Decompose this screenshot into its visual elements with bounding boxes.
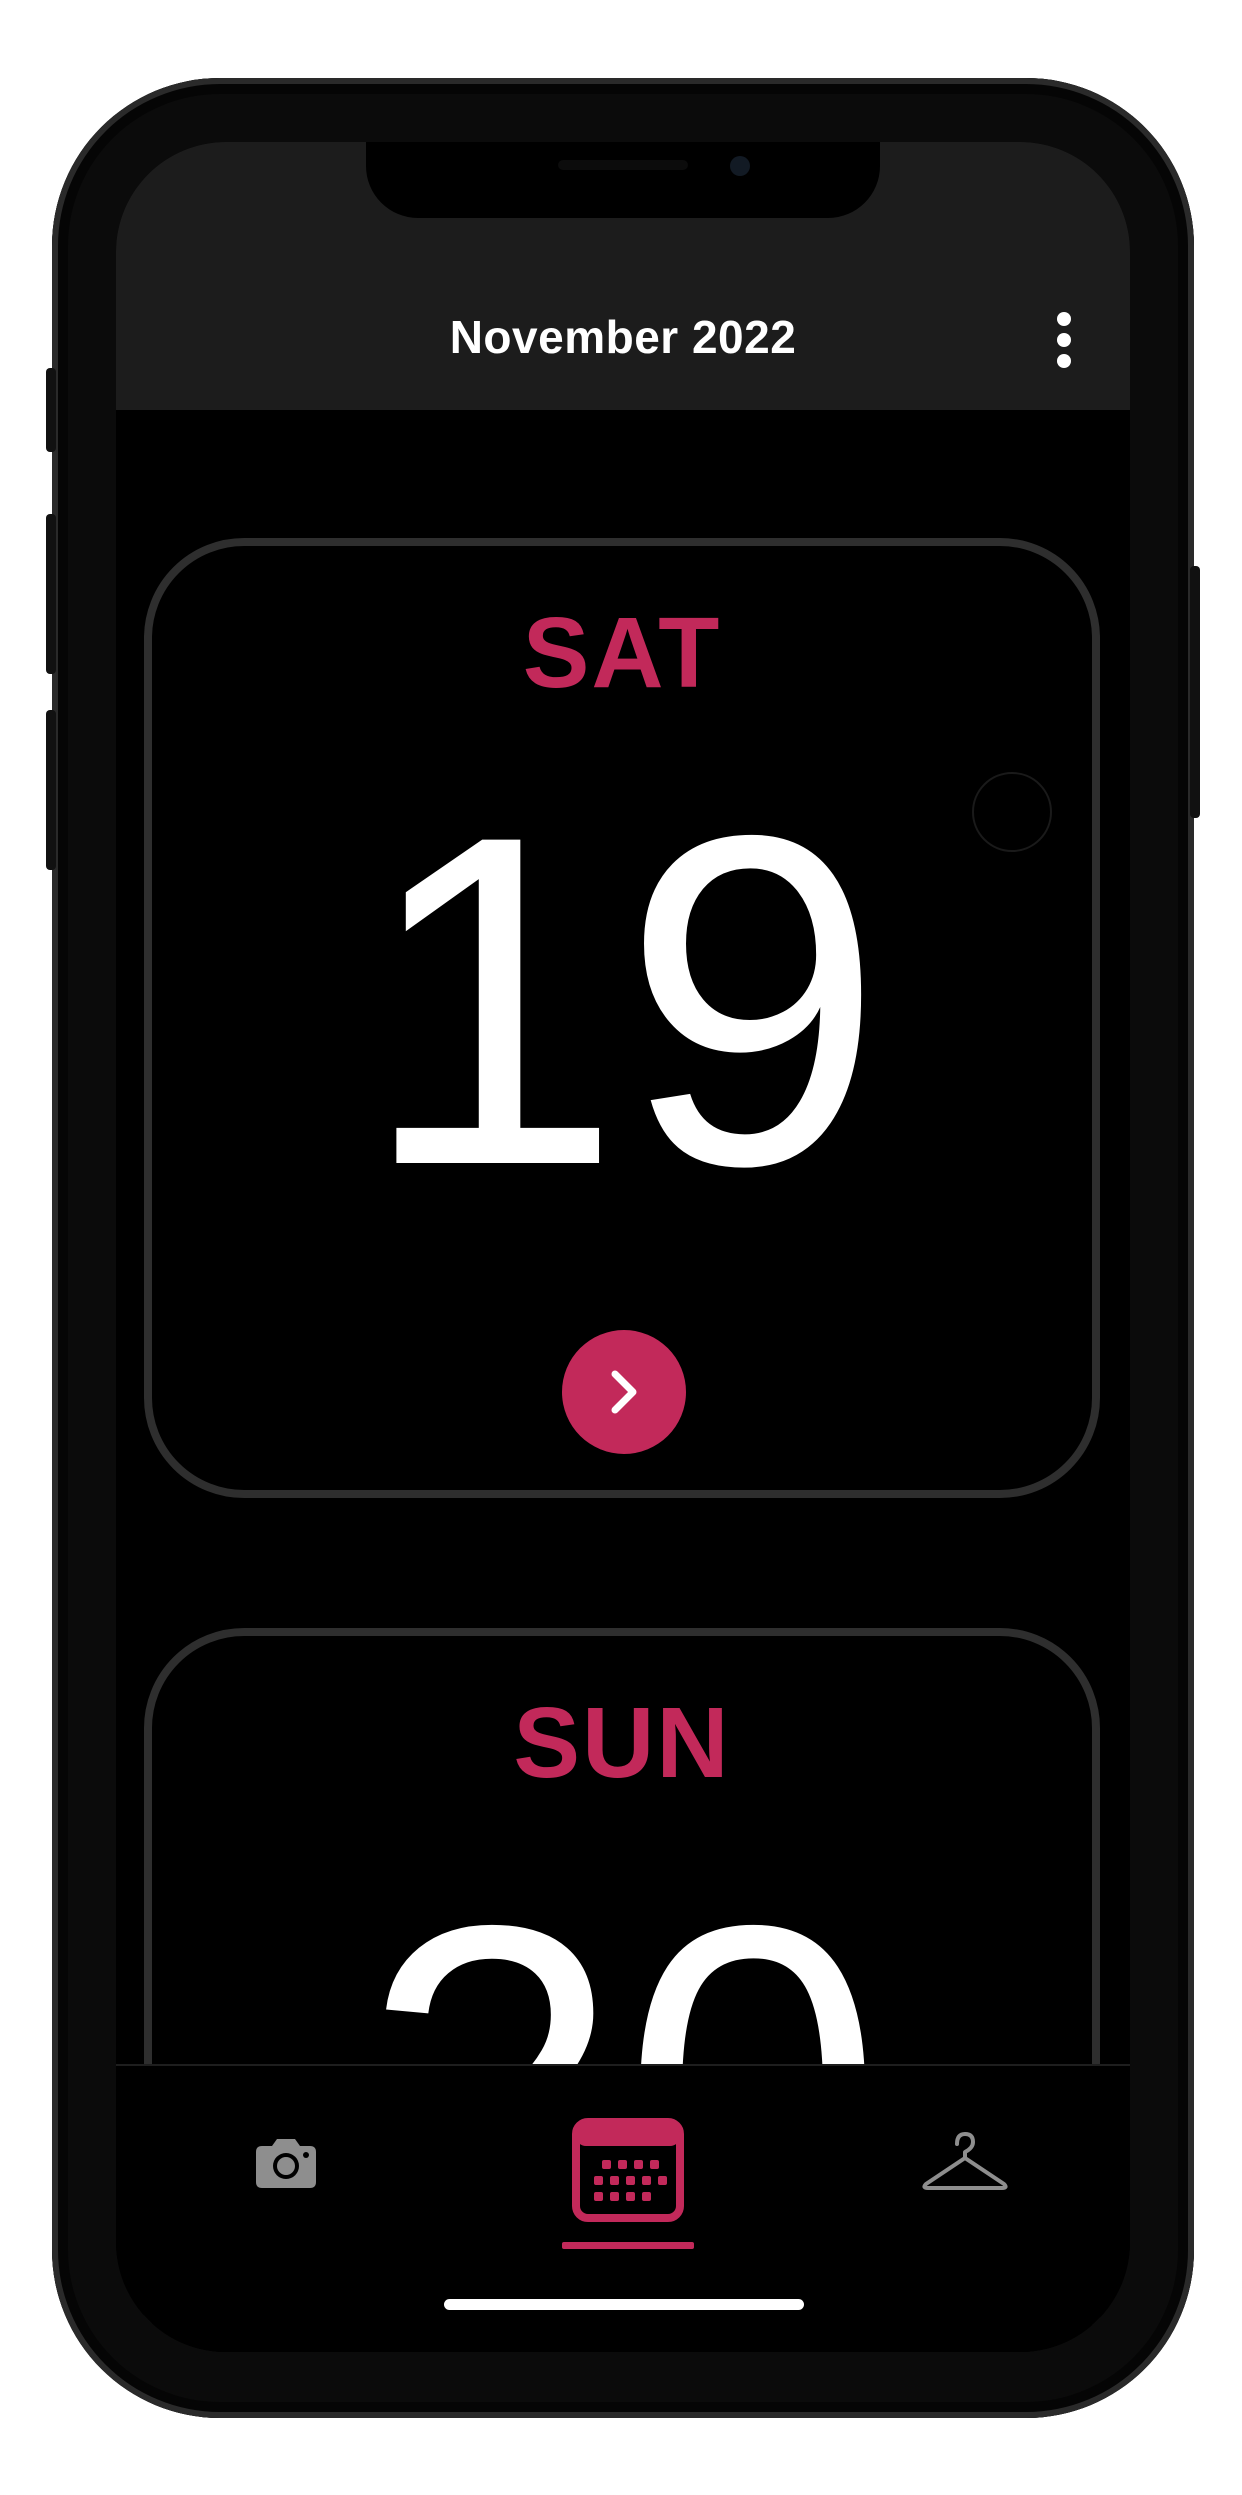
tab-calendar[interactable] [568,2116,688,2226]
day-number: 19 [360,738,884,1263]
calendar-icon [572,2118,684,2222]
power-button [1190,566,1200,818]
bottom-tab-bar [116,2064,1130,2352]
volume-up-button [46,514,56,674]
earpiece [558,160,688,170]
notch [366,142,880,218]
home-indicator [444,2299,804,2310]
tab-camera[interactable] [250,2128,322,2200]
app-screen: November 2022 SAT 19 SUN 20 [116,142,1130,2352]
day-name: SUN [513,1687,731,1799]
volume-down-button [46,710,56,870]
active-tab-indicator [562,2242,694,2249]
tab-wardrobe[interactable] [920,2128,1010,2200]
more-vertical-icon[interactable] [1046,310,1082,370]
camera-icon [256,2139,316,2188]
next-day-button[interactable] [562,1330,686,1454]
day-card[interactable]: SAT 19 [144,538,1100,1498]
front-camera [730,156,750,176]
chevron-right-icon [611,1370,637,1414]
day-name: SAT [522,597,722,709]
month-title: November 2022 [449,311,797,363]
mute-switch [46,368,56,452]
app-header: November 2022 [116,142,1130,410]
hanger-icon [922,2132,1008,2190]
